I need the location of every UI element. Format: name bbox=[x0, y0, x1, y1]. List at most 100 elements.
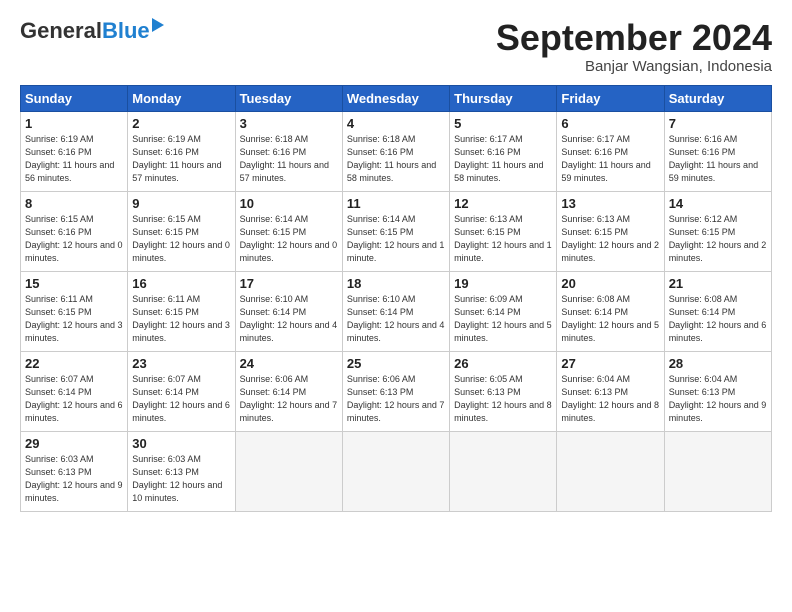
calendar-cell: 13 Sunrise: 6:13 AMSunset: 6:15 PMDayligh… bbox=[557, 191, 664, 271]
calendar-cell bbox=[664, 431, 771, 511]
calendar-cell: 30 Sunrise: 6:03 AMSunset: 6:13 PMDayligh… bbox=[128, 431, 235, 511]
calendar-cell: 21 Sunrise: 6:08 AMSunset: 6:14 PMDayligh… bbox=[664, 271, 771, 351]
day-number: 19 bbox=[454, 276, 552, 291]
day-info: Sunrise: 6:17 AMSunset: 6:16 PMDaylight:… bbox=[454, 133, 552, 185]
day-info: Sunrise: 6:19 AMSunset: 6:16 PMDaylight:… bbox=[25, 133, 123, 185]
day-number: 22 bbox=[25, 356, 123, 371]
day-number: 15 bbox=[25, 276, 123, 291]
day-number: 11 bbox=[347, 196, 445, 211]
day-info: Sunrise: 6:10 AMSunset: 6:14 PMDaylight:… bbox=[240, 293, 338, 345]
calendar-row: 29 Sunrise: 6:03 AMSunset: 6:13 PMDayligh… bbox=[21, 431, 772, 511]
day-info: Sunrise: 6:08 AMSunset: 6:14 PMDaylight:… bbox=[669, 293, 767, 345]
day-info: Sunrise: 6:07 AMSunset: 6:14 PMDaylight:… bbox=[132, 373, 230, 425]
calendar-cell: 28 Sunrise: 6:04 AMSunset: 6:13 PMDayligh… bbox=[664, 351, 771, 431]
calendar-cell: 7Sunrise: 6:16 AMSunset: 6:16 PMDaylight… bbox=[664, 111, 771, 191]
day-info: Sunrise: 6:13 AMSunset: 6:15 PMDaylight:… bbox=[454, 213, 552, 265]
calendar-cell: 8 Sunrise: 6:15 AMSunset: 6:16 PMDaylight… bbox=[21, 191, 128, 271]
calendar-cell: 4 Sunrise: 6:18 AMSunset: 6:16 PMDaylight… bbox=[342, 111, 449, 191]
calendar-table: Sunday Monday Tuesday Wednesday Thursday… bbox=[20, 85, 772, 512]
calendar-cell: 26 Sunrise: 6:05 AMSunset: 6:13 PMDayligh… bbox=[450, 351, 557, 431]
day-number: 8 bbox=[25, 196, 123, 211]
location-subtitle: Banjar Wangsian, Indonesia bbox=[496, 58, 772, 75]
day-info: Sunrise: 6:19 AMSunset: 6:16 PMDaylight:… bbox=[132, 133, 230, 185]
day-info: Sunrise: 6:18 AMSunset: 6:16 PMDaylight:… bbox=[347, 133, 445, 185]
day-number: 24 bbox=[240, 356, 338, 371]
day-info: Sunrise: 6:11 AMSunset: 6:15 PMDaylight:… bbox=[25, 293, 123, 345]
header: GeneralBlue September 2024 Banjar Wangsi… bbox=[20, 18, 772, 75]
day-number: 30 bbox=[132, 436, 230, 451]
day-info: Sunrise: 6:10 AMSunset: 6:14 PMDaylight:… bbox=[347, 293, 445, 345]
title-block: September 2024 Banjar Wangsian, Indonesi… bbox=[496, 18, 772, 75]
day-info: Sunrise: 6:12 AMSunset: 6:15 PMDaylight:… bbox=[669, 213, 767, 265]
day-info: Sunrise: 6:14 AMSunset: 6:15 PMDaylight:… bbox=[347, 213, 445, 265]
calendar-cell: 5Sunrise: 6:17 AMSunset: 6:16 PMDaylight… bbox=[450, 111, 557, 191]
day-info: Sunrise: 6:15 AMSunset: 6:16 PMDaylight:… bbox=[25, 213, 123, 265]
calendar-cell: 20Sunrise: 6:08 AMSunset: 6:14 PMDayligh… bbox=[557, 271, 664, 351]
day-number: 13 bbox=[561, 196, 659, 211]
day-info: Sunrise: 6:06 AMSunset: 6:14 PMDaylight:… bbox=[240, 373, 338, 425]
day-info: Sunrise: 6:04 AMSunset: 6:13 PMDaylight:… bbox=[669, 373, 767, 425]
calendar-cell: 6Sunrise: 6:17 AMSunset: 6:16 PMDaylight… bbox=[557, 111, 664, 191]
calendar-cell: 12 Sunrise: 6:13 AMSunset: 6:15 PMDayligh… bbox=[450, 191, 557, 271]
col-wednesday: Wednesday bbox=[342, 85, 449, 111]
day-number: 4 bbox=[347, 116, 445, 131]
calendar-cell: 17 Sunrise: 6:10 AMSunset: 6:14 PMDayligh… bbox=[235, 271, 342, 351]
day-info: Sunrise: 6:14 AMSunset: 6:15 PMDaylight:… bbox=[240, 213, 338, 265]
col-monday: Monday bbox=[128, 85, 235, 111]
calendar-cell: 24 Sunrise: 6:06 AMSunset: 6:14 PMDayligh… bbox=[235, 351, 342, 431]
col-thursday: Thursday bbox=[450, 85, 557, 111]
day-number: 28 bbox=[669, 356, 767, 371]
day-number: 17 bbox=[240, 276, 338, 291]
col-saturday: Saturday bbox=[664, 85, 771, 111]
calendar-cell: 3Sunrise: 6:18 AMSunset: 6:16 PMDaylight… bbox=[235, 111, 342, 191]
calendar-cell bbox=[557, 431, 664, 511]
calendar-cell: 2 Sunrise: 6:19 AMSunset: 6:16 PMDaylight… bbox=[128, 111, 235, 191]
calendar-cell: 29 Sunrise: 6:03 AMSunset: 6:13 PMDayligh… bbox=[21, 431, 128, 511]
day-number: 10 bbox=[240, 196, 338, 211]
day-info: Sunrise: 6:17 AMSunset: 6:16 PMDaylight:… bbox=[561, 133, 659, 185]
logo-text: GeneralBlue bbox=[20, 18, 164, 43]
day-number: 21 bbox=[669, 276, 767, 291]
day-info: Sunrise: 6:15 AMSunset: 6:15 PMDaylight:… bbox=[132, 213, 230, 265]
day-number: 12 bbox=[454, 196, 552, 211]
day-info: Sunrise: 6:06 AMSunset: 6:13 PMDaylight:… bbox=[347, 373, 445, 425]
page: GeneralBlue September 2024 Banjar Wangsi… bbox=[0, 0, 792, 612]
calendar-cell: 16 Sunrise: 6:11 AMSunset: 6:15 PMDayligh… bbox=[128, 271, 235, 351]
day-info: Sunrise: 6:05 AMSunset: 6:13 PMDaylight:… bbox=[454, 373, 552, 425]
day-info: Sunrise: 6:03 AMSunset: 6:13 PMDaylight:… bbox=[25, 453, 123, 505]
day-number: 9 bbox=[132, 196, 230, 211]
day-number: 26 bbox=[454, 356, 552, 371]
calendar-cell: 25 Sunrise: 6:06 AMSunset: 6:13 PMDayligh… bbox=[342, 351, 449, 431]
day-number: 2 bbox=[132, 116, 230, 131]
calendar-cell: 15 Sunrise: 6:11 AMSunset: 6:15 PMDayligh… bbox=[21, 271, 128, 351]
calendar-cell: 14Sunrise: 6:12 AMSunset: 6:15 PMDayligh… bbox=[664, 191, 771, 271]
day-info: Sunrise: 6:11 AMSunset: 6:15 PMDaylight:… bbox=[132, 293, 230, 345]
calendar-row: 15 Sunrise: 6:11 AMSunset: 6:15 PMDayligh… bbox=[21, 271, 772, 351]
day-info: Sunrise: 6:07 AMSunset: 6:14 PMDaylight:… bbox=[25, 373, 123, 425]
day-info: Sunrise: 6:13 AMSunset: 6:15 PMDaylight:… bbox=[561, 213, 659, 265]
col-friday: Friday bbox=[557, 85, 664, 111]
day-number: 25 bbox=[347, 356, 445, 371]
calendar-cell: 18 Sunrise: 6:10 AMSunset: 6:14 PMDayligh… bbox=[342, 271, 449, 351]
calendar-cell: 19 Sunrise: 6:09 AMSunset: 6:14 PMDayligh… bbox=[450, 271, 557, 351]
day-number: 16 bbox=[132, 276, 230, 291]
calendar-cell: 23Sunrise: 6:07 AMSunset: 6:14 PMDayligh… bbox=[128, 351, 235, 431]
calendar-cell bbox=[235, 431, 342, 511]
day-info: Sunrise: 6:03 AMSunset: 6:13 PMDaylight:… bbox=[132, 453, 230, 505]
day-number: 20 bbox=[561, 276, 659, 291]
calendar-header-row: Sunday Monday Tuesday Wednesday Thursday… bbox=[21, 85, 772, 111]
calendar-row: 1Sunrise: 6:19 AMSunset: 6:16 PMDaylight… bbox=[21, 111, 772, 191]
logo: GeneralBlue bbox=[20, 18, 164, 44]
day-number: 18 bbox=[347, 276, 445, 291]
logo-arrow-icon bbox=[152, 18, 164, 32]
day-info: Sunrise: 6:04 AMSunset: 6:13 PMDaylight:… bbox=[561, 373, 659, 425]
day-number: 27 bbox=[561, 356, 659, 371]
day-number: 29 bbox=[25, 436, 123, 451]
col-sunday: Sunday bbox=[21, 85, 128, 111]
day-info: Sunrise: 6:18 AMSunset: 6:16 PMDaylight:… bbox=[240, 133, 338, 185]
col-tuesday: Tuesday bbox=[235, 85, 342, 111]
calendar-row: 22 Sunrise: 6:07 AMSunset: 6:14 PMDayligh… bbox=[21, 351, 772, 431]
calendar-cell: 9 Sunrise: 6:15 AMSunset: 6:15 PMDaylight… bbox=[128, 191, 235, 271]
calendar-cell: 1Sunrise: 6:19 AMSunset: 6:16 PMDaylight… bbox=[21, 111, 128, 191]
day-info: Sunrise: 6:09 AMSunset: 6:14 PMDaylight:… bbox=[454, 293, 552, 345]
